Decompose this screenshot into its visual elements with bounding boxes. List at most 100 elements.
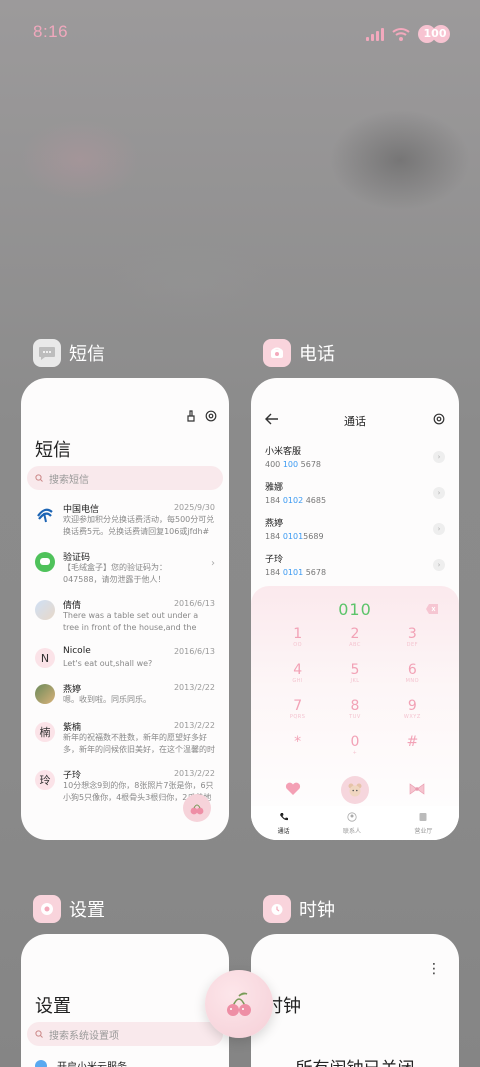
message-preview: 嗯。收到啦。同乐同乐。 (63, 695, 151, 704)
cherry-icon (190, 804, 204, 815)
app-label-sms[interactable]: 短信 (33, 339, 105, 367)
contact-name: 子玲 (265, 555, 284, 565)
key-5[interactable]: 5 JKL (326, 662, 383, 692)
key-8[interactable]: 8 TUV (326, 698, 383, 728)
status-bar: 8:16 100 (0, 0, 480, 68)
dialpad: 010 1 OO 2 ABC 3 DEF 4 GHI 5 JKL 6 MNO 7 PQRS 8… (251, 586, 459, 840)
key-9[interactable]: 9 WXYZ (384, 698, 441, 728)
clean-icon[interactable] (185, 410, 197, 422)
page-title: 设置 (35, 996, 71, 1017)
search-icon (35, 474, 43, 482)
message-date: 2016/6/13 (173, 647, 215, 656)
settings-item[interactable]: 开启小米云服务 (35, 1058, 127, 1067)
key-2[interactable]: 2 ABC (326, 626, 383, 656)
contact-number: 400 100 5678 (265, 460, 321, 469)
sms-toolbar (185, 410, 217, 422)
cloud-icon (35, 1059, 47, 1067)
contact-row[interactable]: 雅娜 184 0102 4685 › (265, 480, 445, 510)
floating-cherry-button[interactable] (205, 970, 273, 1038)
telecom-logo-icon (35, 504, 55, 524)
settings-item-label: 开启小米云服务 (57, 1058, 127, 1067)
list-item[interactable]: 楠 紫楠 2013/2/22 新年的祝福数不胜数，新年的愿望好多好多，新年的问候… (35, 720, 217, 764)
app-name: 电话 (299, 344, 335, 365)
search-input[interactable]: 搜索系统设置项 (27, 1022, 223, 1046)
page-title: 短信 (35, 440, 71, 461)
settings-gear-icon[interactable] (205, 410, 217, 422)
dialpad-keys: 1 OO 2 ABC 3 DEF 4 GHI 5 JKL 6 MNO 7 PQRS 8 TUV … (269, 626, 441, 764)
bottom-tab-bar: 通话 联系人 营业厅 (251, 806, 459, 840)
phone-app-card[interactable]: 通话 小米客服 400 100 5678 › 雅娜 184 0102 4685 … (251, 378, 459, 840)
clock-app-icon (263, 895, 291, 923)
contact-number: 184 0101 5678 (265, 568, 327, 577)
contact-row[interactable]: 子玲 184 0101 5678 › (265, 552, 445, 582)
chevron-right-icon: › (211, 558, 215, 569)
list-item[interactable]: 验证码 【毛绒盒子】您的验证码为：047588，请勿泄露于他人！ › (35, 550, 217, 594)
message-date: 2013/2/22 (173, 683, 215, 692)
message-date: 2016/6/13 (173, 599, 215, 608)
tab-contacts[interactable]: 联系人 (343, 811, 361, 835)
avatar (35, 600, 55, 620)
tab-service-hall[interactable]: 营业厅 (414, 812, 432, 835)
key-0[interactable]: 0 + (326, 734, 383, 764)
status-icons: 100 (366, 24, 452, 44)
list-item[interactable]: 中国电信 2025/9/30 欢迎参加积分兑换话费活动，每500分可兑换话费5元… (35, 502, 217, 546)
wifi-icon (392, 28, 410, 41)
contact-row[interactable]: 燕婷 184 01015689 › (265, 516, 445, 546)
search-placeholder: 搜索短信 (49, 474, 89, 486)
avatar: N (35, 648, 55, 668)
settings-app-icon (33, 895, 61, 923)
list-item[interactable]: 倩倩 2016/6/13 There was a table set out u… (35, 598, 217, 642)
contact-name: 燕婷 (265, 519, 284, 529)
settings-gear-icon[interactable] (433, 413, 445, 425)
clock-app-card[interactable]: ⋮ 时钟 所有闹钟已关闭 (251, 934, 459, 1067)
key-6[interactable]: 6 MNO (384, 662, 441, 692)
app-label-clock[interactable]: 时钟 (263, 895, 335, 923)
sms-app-card[interactable]: 短信 搜索短信 中国电信 2025/9/30 欢迎参加积分兑换话费活动，每500… (21, 378, 229, 840)
battery-level: 100 (423, 27, 447, 40)
message-preview: There was a table set out under a tree i… (63, 611, 199, 632)
search-icon (35, 1030, 43, 1038)
key-hash[interactable]: # (384, 734, 441, 764)
heart-icon[interactable] (285, 782, 301, 796)
page-title: 通话 (344, 415, 366, 428)
bear-icon (348, 783, 362, 797)
phone-app-icon (263, 339, 291, 367)
chevron-right-icon[interactable]: › (433, 559, 445, 571)
phone-icon (279, 812, 288, 820)
key-3[interactable]: 3 DEF (384, 626, 441, 656)
app-label-settings[interactable]: 设置 (33, 895, 105, 923)
call-button[interactable] (341, 776, 369, 804)
key-7[interactable]: 7 PQRS (269, 698, 326, 728)
message-preview: 欢迎参加积分兑换话费活动，每500分可兑换话费5元。兑换话费请回复106或jfd… (63, 515, 215, 536)
message-preview: 新年的祝福数不胜数，新年的愿望好多好多，新年的问候依旧美好，在这个温馨的时刻..… (63, 733, 215, 754)
key-star[interactable]: * (269, 734, 326, 764)
search-placeholder: 搜索系统设置项 (49, 1030, 119, 1042)
contact-name: 小米客服 (265, 447, 302, 457)
key-4[interactable]: 4 GHI (269, 662, 326, 692)
message-date: 2025/9/30 (173, 503, 215, 512)
dial-actions (251, 776, 459, 804)
chevron-right-icon[interactable]: › (433, 451, 445, 463)
signal-icon (366, 27, 384, 41)
avatar: 楠 (35, 722, 55, 742)
app-label-phone[interactable]: 电话 (263, 339, 335, 367)
chevron-right-icon[interactable]: › (433, 487, 445, 499)
contact-number: 184 0102 4685 (265, 496, 327, 505)
tab-calls[interactable]: 通话 (278, 812, 290, 835)
avatar (35, 684, 55, 704)
compose-button[interactable] (183, 794, 211, 822)
bow-icon[interactable] (409, 782, 425, 796)
key-1[interactable]: 1 OO (269, 626, 326, 656)
contact-name: 雅娜 (265, 483, 284, 493)
chevron-right-icon[interactable]: › (433, 523, 445, 535)
delete-icon[interactable] (425, 603, 439, 615)
store-icon (419, 812, 427, 821)
battery-icon: 100 (418, 24, 452, 44)
more-options-icon[interactable]: ⋮ (427, 962, 441, 976)
contact-row[interactable]: 小米客服 400 100 5678 › (265, 444, 445, 474)
search-input[interactable]: 搜索短信 (27, 466, 223, 490)
message-date: 2013/2/22 (173, 769, 215, 778)
contacts-icon (347, 811, 357, 822)
app-name: 设置 (69, 900, 105, 921)
settings-app-card[interactable]: 设置 搜索系统设置项 开启小米云服务 (21, 934, 229, 1067)
